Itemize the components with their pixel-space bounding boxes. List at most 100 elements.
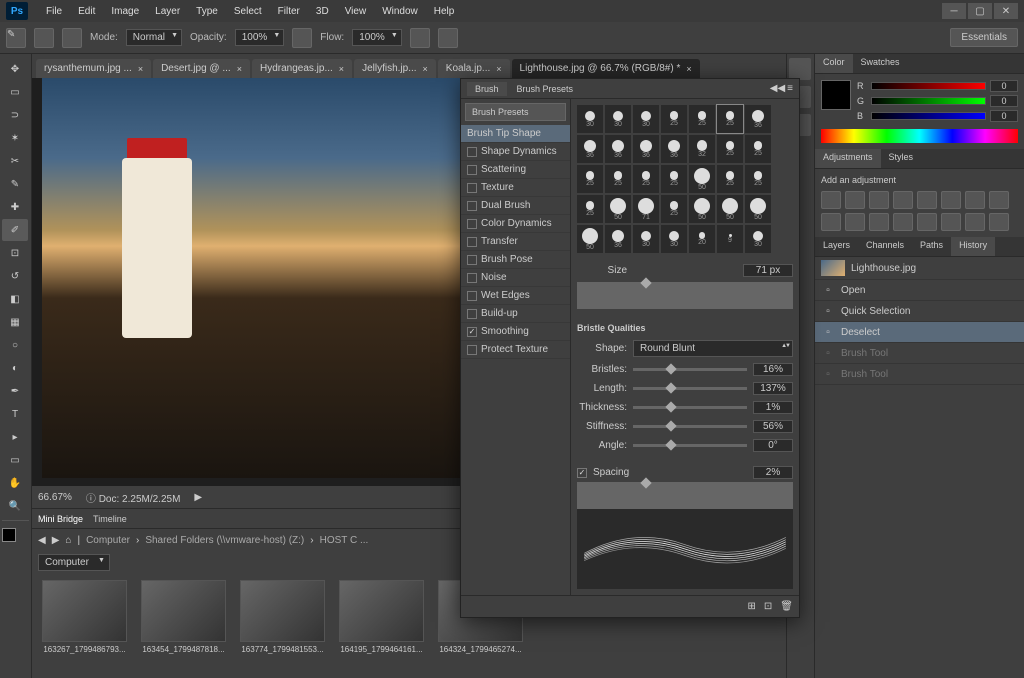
brush-tip-preset[interactable]: 36 bbox=[633, 135, 659, 163]
opacity-pressure-icon[interactable] bbox=[292, 28, 312, 48]
checkbox-icon[interactable] bbox=[467, 147, 477, 157]
brush-tip-preset[interactable]: 25 bbox=[661, 105, 687, 133]
close-button[interactable]: ✕ bbox=[994, 3, 1018, 19]
location-dropdown[interactable]: Computer bbox=[38, 554, 110, 571]
lasso-tool[interactable]: ⊃ bbox=[2, 104, 28, 126]
brush-option-texture[interactable]: Texture bbox=[461, 179, 570, 197]
history-brush-tool[interactable]: ↺ bbox=[2, 265, 28, 287]
thickness-slider[interactable] bbox=[633, 406, 747, 409]
new-brush-icon[interactable]: ⊡ bbox=[764, 601, 772, 612]
menu-filter[interactable]: Filter bbox=[270, 6, 308, 17]
tablet-pressure-icon[interactable] bbox=[438, 28, 458, 48]
panel-icon[interactable] bbox=[789, 58, 811, 80]
brush-tip-preset[interactable]: 25 bbox=[717, 135, 743, 163]
brush-option-wet-edges[interactable]: Wet Edges bbox=[461, 287, 570, 305]
tab-swatches[interactable]: Swatches bbox=[853, 54, 908, 73]
brush-tip-preset[interactable]: 25 bbox=[717, 165, 743, 193]
checkbox-icon[interactable] bbox=[467, 273, 477, 283]
brush-preset-picker[interactable] bbox=[34, 28, 54, 48]
close-tab-icon[interactable]: × bbox=[423, 64, 428, 74]
tab-brush-presets[interactable]: Brush Presets bbox=[509, 82, 582, 96]
adjustment-icon[interactable] bbox=[869, 213, 889, 231]
maximize-button[interactable]: ▢ bbox=[968, 3, 992, 19]
adjustment-icon[interactable] bbox=[917, 191, 937, 209]
foreground-swatch[interactable] bbox=[821, 80, 851, 110]
brush-option-shape-dynamics[interactable]: Shape Dynamics bbox=[461, 143, 570, 161]
tab-mini-bridge[interactable]: Mini Bridge bbox=[38, 514, 83, 524]
brush-option-scattering[interactable]: Scattering bbox=[461, 161, 570, 179]
history-step[interactable]: ▫Open bbox=[815, 280, 1024, 301]
marquee-tool[interactable]: ▭ bbox=[2, 81, 28, 103]
brush-tip-preset[interactable]: 50 bbox=[577, 225, 603, 253]
checkbox-icon[interactable] bbox=[467, 165, 477, 175]
brush-tip-preset[interactable]: 25 bbox=[745, 135, 771, 163]
brush-option-build-up[interactable]: Build-up bbox=[461, 305, 570, 323]
brush-tip-preset[interactable]: 30 bbox=[577, 105, 603, 133]
adjustment-icon[interactable] bbox=[965, 213, 985, 231]
brush-tool[interactable]: ✐ bbox=[2, 219, 28, 241]
menu-3d[interactable]: 3D bbox=[308, 6, 337, 17]
healing-tool[interactable]: ✚ bbox=[2, 196, 28, 218]
brush-option-noise[interactable]: Noise bbox=[461, 269, 570, 287]
breadcrumb[interactable]: Shared Folders (\\vmware-host) (Z:) bbox=[145, 535, 304, 546]
brush-tip-preset[interactable]: 36 bbox=[577, 135, 603, 163]
tab-color[interactable]: Color bbox=[815, 54, 853, 73]
workspace-switcher[interactable]: Essentials bbox=[950, 28, 1018, 47]
length-value[interactable]: 137% bbox=[753, 382, 793, 395]
brush-tip-preset[interactable]: 25 bbox=[717, 105, 743, 133]
stiffness-slider[interactable] bbox=[633, 425, 747, 428]
history-doc-row[interactable]: Lighthouse.jpg bbox=[815, 257, 1024, 280]
brush-tip-preset[interactable]: 36 bbox=[745, 105, 771, 133]
brush-tip-preset[interactable]: 25 bbox=[661, 195, 687, 223]
close-tab-icon[interactable]: × bbox=[496, 64, 501, 74]
tab-channels[interactable]: Channels bbox=[858, 237, 912, 256]
close-tab-icon[interactable]: × bbox=[138, 64, 143, 74]
close-tab-icon[interactable]: × bbox=[339, 64, 344, 74]
brush-tip-preset[interactable]: 25 bbox=[577, 195, 603, 223]
document-tab[interactable]: Koala.jp...× bbox=[438, 59, 510, 78]
brush-option-color-dynamics[interactable]: Color Dynamics bbox=[461, 215, 570, 233]
r-slider[interactable] bbox=[871, 82, 986, 90]
checkbox-icon[interactable] bbox=[467, 309, 477, 319]
history-step[interactable]: ▫Quick Selection bbox=[815, 301, 1024, 322]
brush-tip-preset[interactable]: 50 bbox=[605, 195, 631, 223]
eraser-tool[interactable]: ◧ bbox=[2, 288, 28, 310]
size-slider[interactable] bbox=[577, 282, 793, 309]
breadcrumb[interactable]: HOST C ... bbox=[320, 535, 369, 546]
zoom-level[interactable]: 66.67% bbox=[38, 492, 72, 503]
checkbox-icon[interactable] bbox=[467, 237, 477, 247]
blur-tool[interactable]: ○ bbox=[2, 334, 28, 356]
brush-tip-preset[interactable]: 20 bbox=[689, 225, 715, 253]
brush-tip-preset[interactable]: 25 bbox=[745, 165, 771, 193]
brush-option-brush-tip-shape[interactable]: Brush Tip Shape bbox=[461, 125, 570, 143]
brush-tip-preset[interactable]: 30 bbox=[661, 225, 687, 253]
adjustment-icon[interactable] bbox=[821, 191, 841, 209]
hand-tool[interactable]: ✋ bbox=[2, 472, 28, 494]
thumbnail[interactable]: 163267_1799486793... bbox=[42, 580, 127, 654]
adjustment-icon[interactable] bbox=[965, 191, 985, 209]
thumbnail[interactable]: 163774_1799481553... bbox=[240, 580, 325, 654]
nav-home-icon[interactable]: ⌂ bbox=[65, 535, 71, 546]
bristles-slider[interactable] bbox=[633, 368, 747, 371]
brush-option-smoothing[interactable]: Smoothing bbox=[461, 323, 570, 341]
document-tab[interactable]: Lighthouse.jpg @ 66.7% (RGB/8#) *× bbox=[512, 59, 700, 78]
adjustment-icon[interactable] bbox=[989, 213, 1009, 231]
length-slider[interactable] bbox=[633, 387, 747, 390]
move-tool[interactable]: ✥ bbox=[2, 58, 28, 80]
brush-tip-preset[interactable]: 50 bbox=[717, 195, 743, 223]
minimize-button[interactable]: ─ bbox=[942, 3, 966, 19]
checkbox-icon[interactable] bbox=[467, 345, 477, 355]
history-step[interactable]: ▫Deselect bbox=[815, 322, 1024, 343]
nav-back-icon[interactable]: ◀ bbox=[38, 535, 46, 546]
brush-tip-preset[interactable]: 50 bbox=[745, 195, 771, 223]
size-value[interactable]: 71 px bbox=[743, 264, 793, 277]
brush-panel-toggle[interactable] bbox=[62, 28, 82, 48]
adjustment-icon[interactable] bbox=[893, 213, 913, 231]
tab-timeline[interactable]: Timeline bbox=[93, 514, 127, 524]
menu-file[interactable]: File bbox=[38, 6, 70, 17]
document-tab[interactable]: Desert.jpg @ ...× bbox=[153, 59, 250, 78]
tab-brush[interactable]: Brush bbox=[467, 82, 507, 96]
brush-tip-preset[interactable]: 36 bbox=[605, 225, 631, 253]
brush-tip-preset[interactable]: 9 bbox=[717, 225, 743, 253]
brush-tip-preset[interactable]: 25 bbox=[661, 165, 687, 193]
